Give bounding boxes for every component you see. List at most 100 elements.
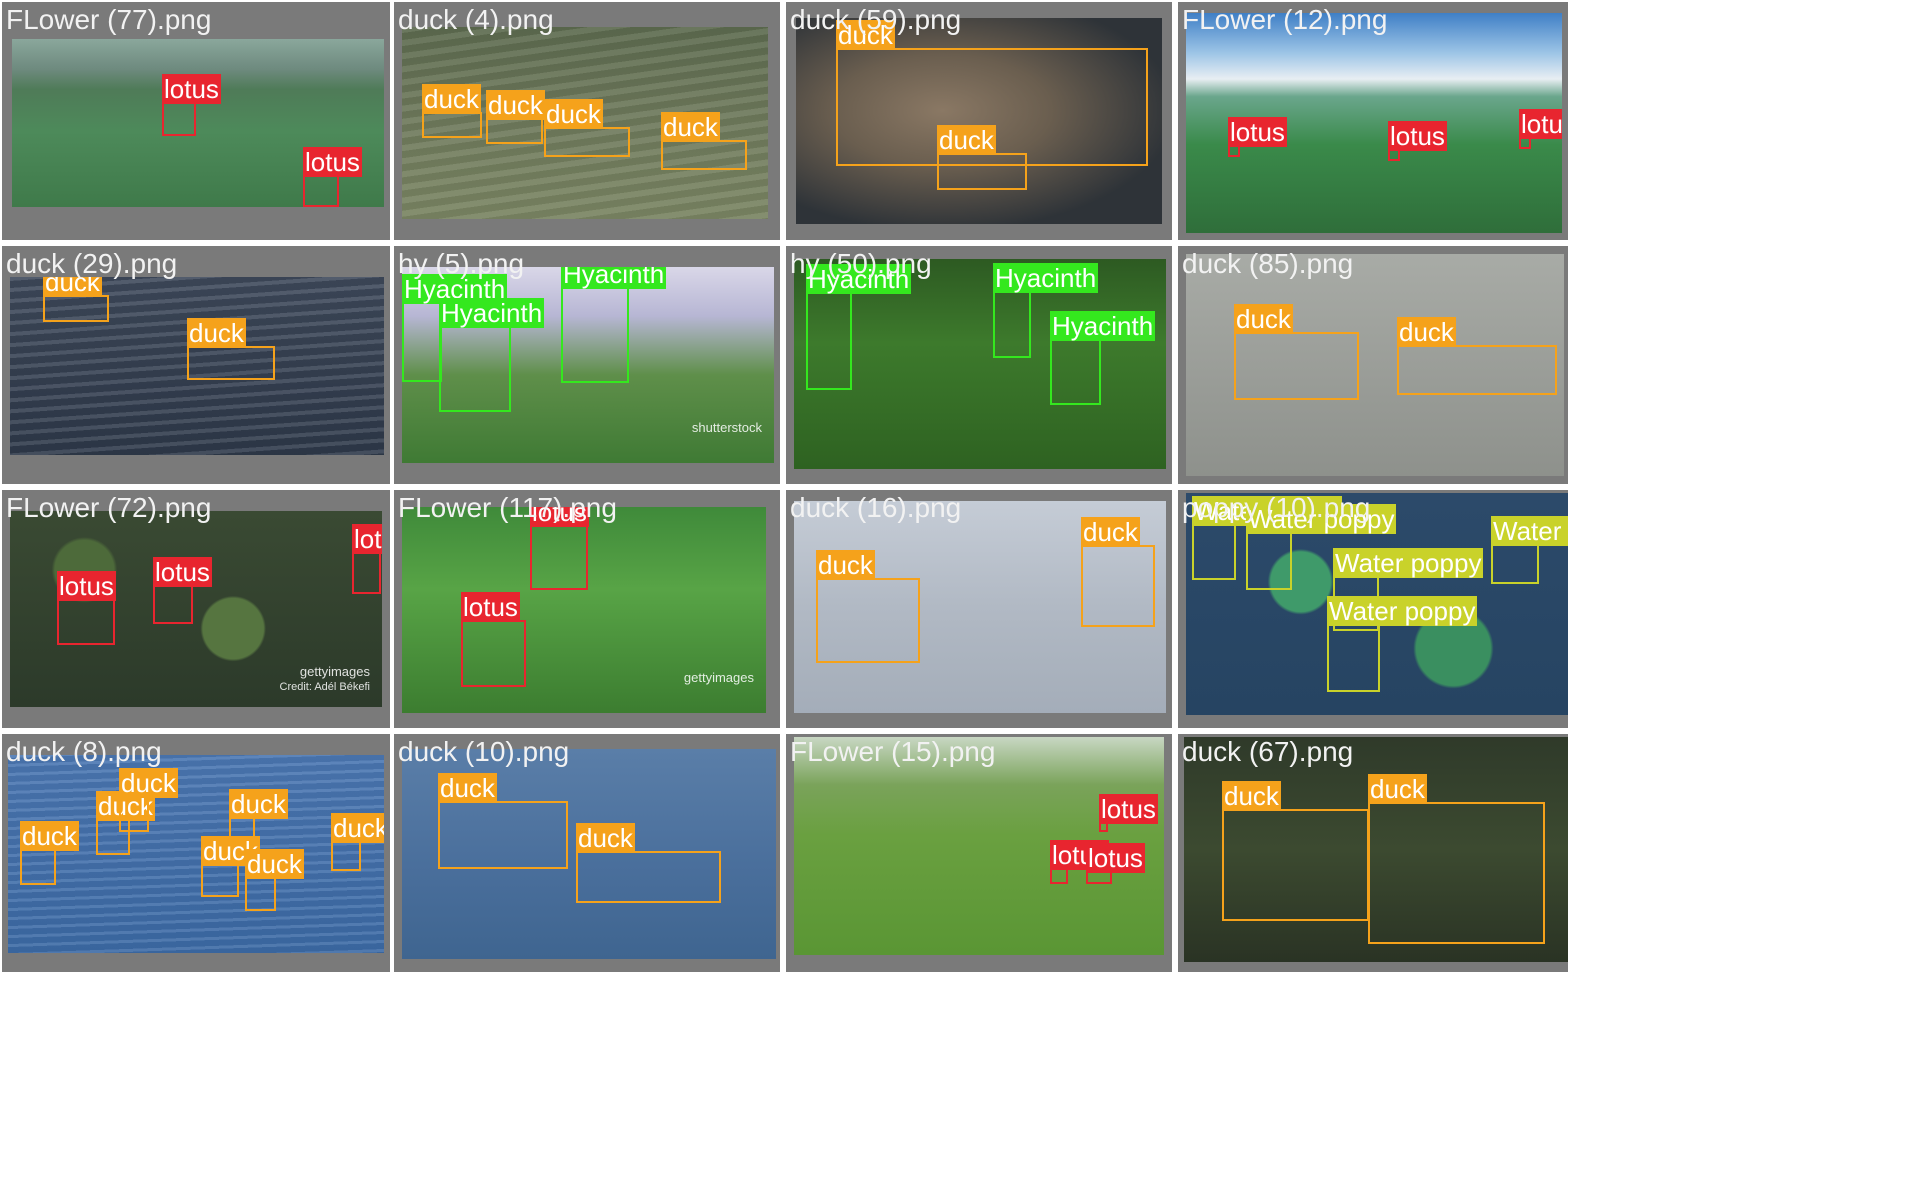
- detection-box[interactable]: duck: [1397, 317, 1557, 395]
- detection-box[interactable]: lotus: [352, 524, 382, 594]
- detection-label: duck: [43, 277, 102, 297]
- result-cell[interactable]: duck duck duck (29).png: [2, 246, 390, 484]
- detection-results-grid: lotus lotus FLower (77).png duck duck duck duc…: [0, 0, 1920, 1192]
- detection-box[interactable]: duck: [1234, 304, 1359, 400]
- watermark: gettyimages: [683, 670, 754, 685]
- result-image: duck duck: [1186, 254, 1564, 476]
- detection-box[interactable]: duck: [937, 125, 1027, 190]
- detection-box[interactable]: lotus: [162, 74, 221, 136]
- result-image: duck duck: [796, 18, 1162, 224]
- detection-label: duck: [486, 90, 545, 120]
- detection-label: lotus: [162, 74, 221, 104]
- detection-box[interactable]: lotus: [153, 557, 212, 624]
- detection-box[interactable]: Hyacinth: [561, 267, 667, 383]
- result-cell[interactable]: duck duck duck (16).png: [786, 490, 1172, 728]
- detection-box[interactable]: duck: [544, 99, 630, 157]
- detection-label: lotus: [1086, 843, 1145, 873]
- result-cell[interactable]: duck duck duck (59).png: [786, 2, 1172, 240]
- detection-box[interactable]: lotus: [1099, 794, 1158, 832]
- detection-box[interactable]: duck: [1222, 781, 1369, 921]
- result-cell[interactable]: duck duck duck duck duck (4).png: [394, 2, 780, 240]
- detection-box[interactable]: duck: [486, 90, 545, 144]
- result-image: Hyacinth Hyacinth Hyacinth: [794, 259, 1166, 469]
- detection-box[interactable]: Hyacinth: [806, 264, 912, 390]
- detection-box[interactable]: lotus: [1228, 117, 1287, 157]
- detection-label: duck: [245, 849, 304, 879]
- detection-box[interactable]: duck: [422, 84, 482, 138]
- detection-label: Hyacinth: [993, 263, 1099, 293]
- detection-box[interactable]: duck: [661, 112, 747, 170]
- detection-box[interactable]: Hyacinth: [993, 263, 1099, 358]
- image-filename: duck (29).png: [6, 248, 178, 279]
- detection-box[interactable]: Water poppy: [1192, 496, 1343, 580]
- detection-box[interactable]: duck: [576, 823, 721, 903]
- detection-label: duck: [438, 773, 497, 803]
- image-filename: poppy (10).png: [1182, 492, 1371, 523]
- result-image: duck duck: [402, 749, 776, 959]
- detection-label: lotus: [461, 592, 520, 622]
- detection-label: duck: [229, 789, 288, 819]
- detection-label: Hyacinth: [439, 298, 545, 328]
- result-cell[interactable]: duck duck duck (10).png: [394, 734, 780, 972]
- result-cell[interactable]: lotus lotus gettyimages FLower (117).png: [394, 490, 780, 728]
- watermark-credit: Credit: Adél Békefi: [279, 681, 371, 693]
- detection-label: duck: [1397, 317, 1456, 347]
- detection-label: duck: [1222, 781, 1281, 811]
- detection-box[interactable]: duck: [119, 768, 178, 832]
- detection-label: Water poppy: [1333, 548, 1484, 578]
- detection-label: duck: [331, 813, 384, 843]
- detection-label: duck: [576, 823, 635, 853]
- detection-label: duck: [1234, 304, 1293, 334]
- detection-box[interactable]: duck: [1368, 774, 1545, 944]
- result-cell[interactable]: lotus lotus lotus gettyimages Credit: Adél B…: [2, 490, 390, 728]
- detection-box[interactable]: duck: [438, 773, 568, 869]
- detection-box[interactable]: Hyacinth: [1050, 311, 1156, 405]
- detection-box[interactable]: Hyacinth: [402, 274, 508, 382]
- detection-box[interactable]: Hyacinth: [439, 298, 545, 412]
- detection-box[interactable]: duck: [245, 849, 304, 911]
- image-filename: FLower (72).png: [6, 492, 212, 523]
- detection-box[interactable]: lotus: [1050, 840, 1109, 884]
- detection-box[interactable]: duck: [201, 836, 260, 897]
- detection-label: duck: [119, 768, 178, 798]
- result-cell[interactable]: lotus lotus lotus FLower (15).png: [786, 734, 1172, 972]
- result-cell[interactable]: Hyacinth Hyacinth Hyacinth hy (50).png: [786, 246, 1172, 484]
- detection-box[interactable]: lotus: [461, 592, 526, 687]
- detection-box[interactable]: duck: [20, 821, 79, 885]
- detection-box[interactable]: duck: [1081, 517, 1155, 627]
- detection-label: lotus: [1388, 121, 1447, 151]
- detection-box[interactable]: Water poppy: [1246, 504, 1397, 590]
- image-filename: FLower (15).png: [790, 736, 996, 767]
- result-image: lotus lotus lotus gettyimages Credit: Adél B…: [10, 511, 382, 707]
- result-cell[interactable]: lotus lotus FLower (77).png: [2, 2, 390, 240]
- detection-label: Water poppy: [1491, 516, 1568, 546]
- result-cell[interactable]: lotus lotus lotus FLower (12).png: [1178, 2, 1568, 240]
- detection-box[interactable]: lotus: [530, 507, 589, 590]
- detection-box[interactable]: lotus: [1519, 109, 1562, 149]
- detection-box[interactable]: lotus: [303, 147, 362, 207]
- image-filename: duck (16).png: [790, 492, 962, 523]
- detection-label: duck: [661, 112, 720, 142]
- result-cell[interactable]: duck duck duck (67).png: [1178, 734, 1568, 972]
- result-cell[interactable]: duck duck duck (85).png: [1178, 246, 1568, 484]
- detection-box[interactable]: duck: [187, 318, 275, 380]
- detection-box[interactable]: Water poppy: [1491, 516, 1568, 584]
- detection-box[interactable]: lotus: [1388, 121, 1447, 161]
- result-image: Hyacinth Hyacinth Hyacinth shutterstock: [402, 267, 774, 463]
- result-image: lotus lotus gettyimages: [402, 507, 766, 713]
- detection-box[interactable]: lotus: [57, 571, 116, 645]
- watermark: gettyimages: [299, 664, 370, 679]
- detection-box[interactable]: duck: [43, 277, 109, 322]
- result-cell[interactable]: Water poppyWater poppyWater poppyWater p…: [1178, 490, 1568, 728]
- detection-box[interactable]: Water poppy: [1327, 596, 1478, 692]
- detection-box[interactable]: duck: [331, 813, 384, 871]
- detection-label: duck: [20, 821, 79, 851]
- detection-label: duck: [1081, 517, 1140, 547]
- detection-box[interactable]: duck: [816, 550, 920, 663]
- detection-box[interactable]: lotus: [1086, 843, 1145, 884]
- result-cell[interactable]: Hyacinth Hyacinth Hyacinth shutterstock hy (…: [394, 246, 780, 484]
- result-cell[interactable]: duck duck duck duck duck duck duck duck (8).png: [2, 734, 390, 972]
- image-filename: duck (67).png: [1182, 736, 1354, 767]
- detection-label: duck: [422, 84, 481, 114]
- image-filename: FLower (117).png: [398, 492, 617, 523]
